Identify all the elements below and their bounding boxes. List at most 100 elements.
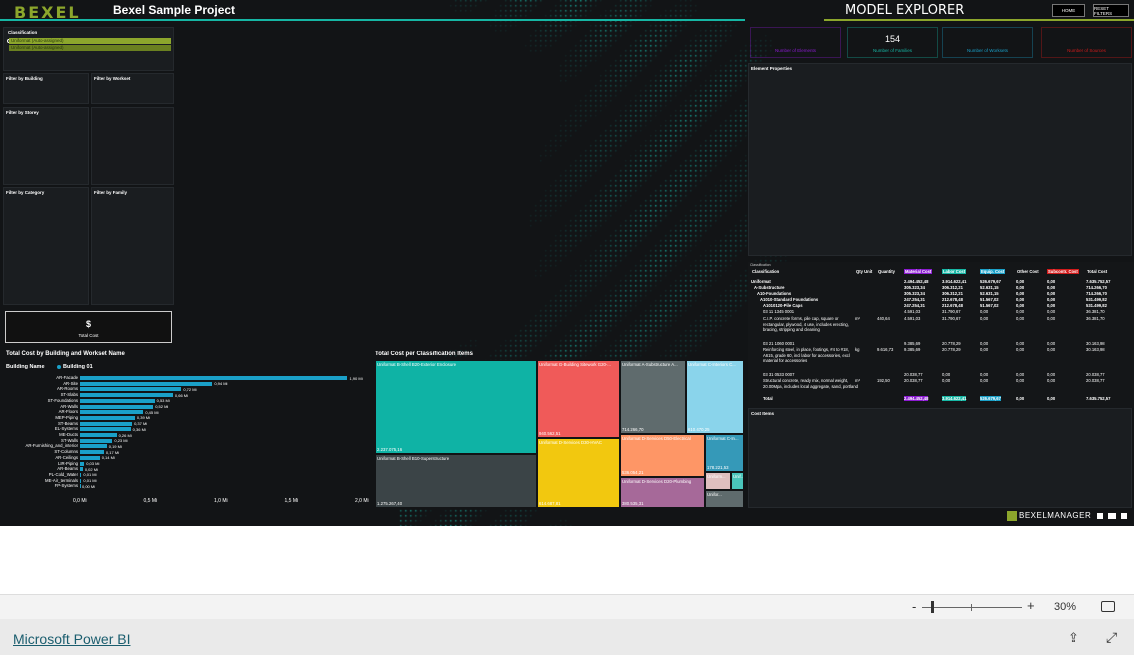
table-cell: 20.038,77 xyxy=(1086,378,1105,383)
table-cell: A1010120-Pile Caps xyxy=(763,303,803,308)
treemap-chart[interactable]: Uniformat B-Shell B20-Exterior Enclosure… xyxy=(375,360,744,508)
bar-value-label: 0,00 Mi xyxy=(82,483,96,489)
bar[interactable] xyxy=(80,427,131,432)
bar[interactable] xyxy=(80,387,182,392)
bar-chart[interactable]: AR-Facade 1,90 Mi AR-Site 0,94 Mi AR-Rooms 0,… xyxy=(0,375,370,506)
table-cell: 03 11 1345 0001 xyxy=(763,309,795,314)
bar[interactable] xyxy=(80,381,213,386)
table-cell: 0,00 xyxy=(1016,279,1025,284)
table-header[interactable]: Labor Cost xyxy=(942,269,967,274)
powerbi-bottom-bar: Microsoft Power BI ⇪ ⤢ xyxy=(0,619,1134,655)
bar[interactable] xyxy=(80,472,82,477)
bar[interactable] xyxy=(80,393,173,398)
treemap-tile[interactable]: Uniformat C-Interiors C... 610.470,25 xyxy=(686,360,744,434)
kpi-label: Number of Sources xyxy=(1067,48,1106,53)
treemap-tile[interactable]: Uniformat A-Substructure A... 714.266,70 xyxy=(620,360,686,434)
home-button[interactable]: HOME xyxy=(1052,4,1085,17)
table-header[interactable]: Qty Unit xyxy=(855,269,873,274)
bar[interactable] xyxy=(80,455,100,460)
reset-filters-button[interactable]: RESET FILTERS xyxy=(1093,4,1129,17)
bar[interactable] xyxy=(80,376,348,380)
zoom-tick xyxy=(971,604,972,611)
table-cell: 0,00 xyxy=(1016,347,1025,352)
filter-family[interactable]: Filter by Family xyxy=(91,187,174,305)
table-cell: 9.385,69 xyxy=(904,347,921,352)
bar[interactable] xyxy=(80,404,154,409)
treemap-tile[interactable]: Unifor... xyxy=(705,490,744,508)
table-cell: 0,00 xyxy=(1047,396,1056,401)
cost-table[interactable]: Classification Classification Qty Unit Qua… xyxy=(748,262,1134,408)
bar-category-label: ME-Ducts xyxy=(59,432,78,437)
bar-category-label: AR-Floors xyxy=(58,409,78,415)
table-cell: 0,00 xyxy=(1016,341,1025,346)
bar[interactable] xyxy=(80,461,85,466)
zoom-slider[interactable] xyxy=(922,607,1022,608)
bar[interactable] xyxy=(80,444,107,449)
table-header[interactable]: Classification xyxy=(751,269,780,274)
table-cell: 212.678,48 xyxy=(942,297,963,302)
treemap-tile-label: Unif... xyxy=(733,474,744,479)
powerbi-link[interactable]: Microsoft Power BI xyxy=(13,631,130,647)
table-cell: 306.312,21 xyxy=(942,285,963,290)
classification-option[interactable]: Uniformat (Auto-assigned) xyxy=(9,45,171,51)
bar[interactable] xyxy=(80,398,155,403)
cost-items-label: Cost Items xyxy=(751,411,775,416)
bar[interactable] xyxy=(80,478,82,483)
zoom-in-button[interactable]: + xyxy=(1027,598,1035,613)
filter-label: Filter by Category xyxy=(6,190,45,195)
zoom-bar: - + 30% xyxy=(0,594,1134,619)
treemap-tile[interactable]: Unif... xyxy=(731,472,744,490)
bar[interactable] xyxy=(80,484,81,489)
treemap-tile[interactable]: Uniformat G-Building Sitework G20-... 940… xyxy=(537,360,620,438)
youtube-icon[interactable] xyxy=(1108,513,1116,519)
bar-value-label: 1,90 Mi xyxy=(349,375,363,381)
filter-building[interactable]: Filter by Building xyxy=(3,73,89,104)
table-cell: 20.038,77 xyxy=(1086,372,1105,377)
table-cell: 526.679,67 xyxy=(980,396,1001,401)
bar[interactable] xyxy=(80,410,144,415)
bar[interactable] xyxy=(80,438,113,443)
bar[interactable] xyxy=(80,421,133,426)
zoom-out-button[interactable]: - xyxy=(912,599,916,614)
treemap-tile[interactable]: Uniformat B-Shell B10-Superstructure 1.27… xyxy=(375,454,537,508)
treemap-tile[interactable]: Uniformat B-Shell B20-Exterior Enclosure… xyxy=(375,360,537,454)
bar-value-label: 0,37 Mi xyxy=(134,421,148,427)
filter-workset[interactable]: Filter by Workset xyxy=(91,73,174,104)
table-cell: 03 21 1060 0001 xyxy=(763,341,795,346)
treemap-tile[interactable]: Uniformat D-Services D20-Plumbing 380.535… xyxy=(620,477,705,508)
bar[interactable] xyxy=(80,433,117,437)
classification-option[interactable]: Uniformat (Auto-assigned) xyxy=(9,38,171,44)
table-header[interactable]: Subcontr. Cost xyxy=(1047,269,1079,274)
table-cell: 31.790,67 xyxy=(942,309,961,314)
fullscreen-icon[interactable]: ⤢ xyxy=(1106,629,1117,646)
treemap-tile[interactable]: Uniform... xyxy=(705,472,731,490)
treemap-tile-label: Uniformat D-Services D30-HVAC xyxy=(539,440,602,445)
treemap-tile[interactable]: Uniformat D-Services D30-HVAC 614.687,81 xyxy=(537,438,620,508)
treemap-tile[interactable]: Uniformat C-In... 178.221,53 xyxy=(705,434,744,472)
treemap-tile-value: 610.470,25 xyxy=(688,427,710,432)
share-square-icon[interactable] xyxy=(1097,513,1103,519)
table-header[interactable]: Material Cost xyxy=(904,269,933,274)
table-cell: kg xyxy=(855,347,860,352)
table-cell: 4.591,03 xyxy=(904,309,921,314)
table-cell: 306.312,21 xyxy=(942,291,963,296)
table-header[interactable]: Equip. Cost xyxy=(980,269,1006,274)
table-header[interactable]: Other Cost xyxy=(1016,269,1040,274)
filter-category[interactable]: Filter by Category xyxy=(3,187,89,305)
table-cell: 0,00 xyxy=(1016,303,1025,308)
linkedin-icon[interactable] xyxy=(1121,513,1127,519)
x-tick-label: 0,0 Mi xyxy=(73,498,87,504)
bar[interactable] xyxy=(80,415,135,420)
zoom-slider-thumb[interactable] xyxy=(931,601,934,613)
bar-value-label: 0,01 Mi xyxy=(83,478,97,484)
table-cell: 3.914.622,41 xyxy=(942,279,967,284)
fit-to-page-icon[interactable] xyxy=(1101,601,1115,612)
treemap-tile[interactable]: Uniformat D-Services D50-Electrical 536.0… xyxy=(620,434,705,477)
share-icon[interactable]: ⇪ xyxy=(1068,630,1079,646)
bar[interactable] xyxy=(80,467,83,472)
table-header[interactable]: Quantity xyxy=(877,269,896,274)
table-cell: 0,00 xyxy=(1047,297,1056,302)
filter-storey[interactable]: Filter by Storey xyxy=(3,107,89,185)
bar[interactable] xyxy=(80,450,104,455)
table-header[interactable]: Total Cost xyxy=(1086,269,1108,274)
